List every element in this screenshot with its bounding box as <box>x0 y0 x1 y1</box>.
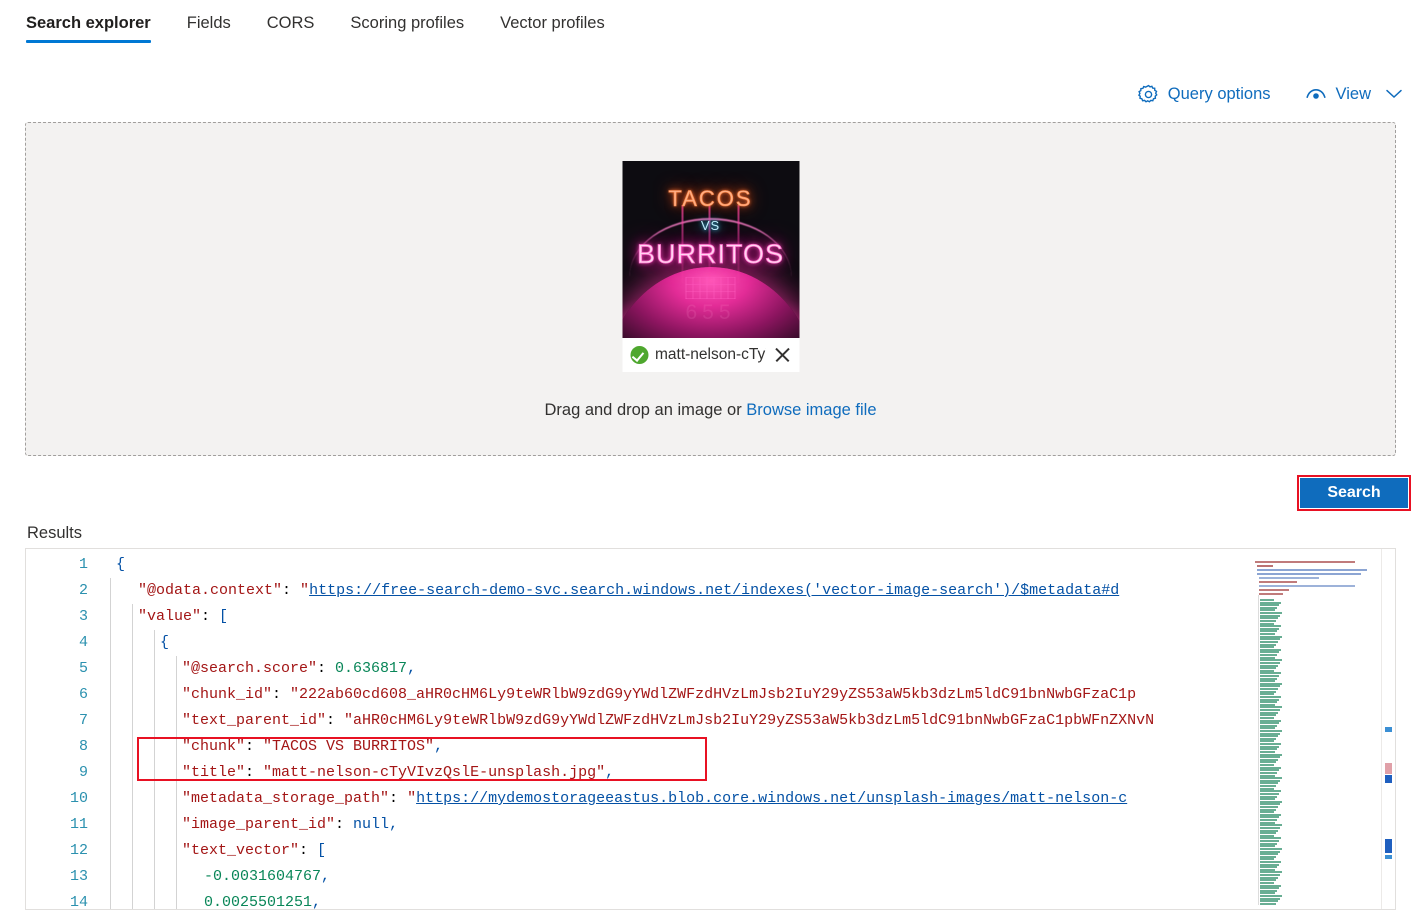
code-line: 0.0025501251, <box>204 894 322 910</box>
line-number: 2 <box>78 582 88 599</box>
line-number: 4 <box>78 634 88 651</box>
results-label: Results <box>27 524 83 542</box>
neon-text-vs: VS <box>700 218 721 233</box>
scrollbar-decoration <box>1385 855 1392 859</box>
search-button[interactable]: Search <box>1300 478 1408 508</box>
neon-text-burritos: BURRITOS <box>636 239 785 270</box>
minimap-row <box>1259 593 1283 595</box>
code-line: "chunk": "TACOS VS BURRITOS", <box>182 738 444 755</box>
line-number: 10 <box>69 790 88 807</box>
results-json-editor[interactable]: 1 {2 "@odata.context": "https://free-searc… <box>25 548 1396 910</box>
browse-image-file-link[interactable]: Browse image file <box>746 401 876 419</box>
file-name: matt-nelson-cTyVIvzQslE-unsplash.jpg <box>655 346 765 363</box>
scrollbar-decoration <box>1385 727 1392 732</box>
code-line: "title": "matt-nelson-cTyVIvzQslE-unspla… <box>182 764 615 781</box>
indent-guide <box>176 656 177 909</box>
tab-bar: Search explorer Fields CORS Scoring prof… <box>0 0 1420 56</box>
code-line: "chunk_id": "222ab60cd608_aHR0cHM6Ly9teW… <box>182 686 1137 703</box>
tab-label: CORS <box>266 14 315 32</box>
line-number: 13 <box>69 868 88 885</box>
code-line: "image_parent_id": null, <box>182 816 399 833</box>
view-button[interactable]: View <box>1305 85 1402 104</box>
line-number: 11 <box>69 816 88 833</box>
tab-scoring-profiles[interactable]: Scoring profiles <box>332 0 482 49</box>
neon-text-tacos: TACOS <box>668 186 753 212</box>
line-number: 6 <box>78 686 88 703</box>
tab-label: Search explorer <box>26 14 151 32</box>
tab-vector-profiles[interactable]: Vector profiles <box>482 0 623 49</box>
view-label: View <box>1335 85 1371 103</box>
line-number: 14 <box>69 894 88 910</box>
minimap-row <box>1257 569 1367 571</box>
query-options-label: Query options <box>1167 85 1271 103</box>
minimap-row <box>1257 565 1273 567</box>
drop-hint-text: Drag and drop an image or <box>544 401 747 419</box>
tab-list: Search explorer Fields CORS Scoring prof… <box>0 0 1420 49</box>
minimap-row <box>1255 561 1355 563</box>
drop-hint: Drag and drop an image or Browse image f… <box>26 401 1395 420</box>
image-thumbnail: 655 TACOS VS BURRITOS <box>622 161 799 338</box>
scrollbar-decoration <box>1385 763 1392 774</box>
gear-icon <box>1137 84 1159 105</box>
code-line: "@search.score": 0.636817, <box>182 660 417 677</box>
command-bar: Query options View <box>1137 84 1402 105</box>
code-line: "text_vector": [ <box>182 842 327 859</box>
tab-label: Vector profiles <box>500 14 605 32</box>
code-line: "value": [ <box>138 608 229 625</box>
query-options-button[interactable]: Query options <box>1137 84 1271 105</box>
line-number: 1 <box>78 556 88 573</box>
line-number: 12 <box>69 842 88 859</box>
minimap-row <box>1257 573 1361 575</box>
scrollbar-decoration <box>1385 775 1392 783</box>
scrollbar-decoration <box>1385 839 1392 853</box>
indent-guide <box>132 604 133 909</box>
line-number: 8 <box>78 738 88 755</box>
code-line: -0.0031604767, <box>204 868 331 885</box>
minimap-row <box>1259 577 1319 579</box>
chevron-down-icon <box>1386 85 1402 104</box>
minimap-row <box>1260 902 1276 905</box>
tab-search-explorer[interactable]: Search explorer <box>22 0 169 49</box>
indent-guide <box>154 630 155 909</box>
minimap-indent-guide <box>1258 595 1259 905</box>
editor-minimap[interactable] <box>1249 549 1367 909</box>
line-number: 3 <box>78 608 88 625</box>
search-button-annotation: Search <box>1297 475 1411 511</box>
uploaded-image-preview: 655 TACOS VS BURRITOS matt-nelson-cTyVIv… <box>622 161 799 372</box>
file-chip: matt-nelson-cTyVIvzQslE-unsplash.jpg <box>622 338 799 372</box>
line-number: 5 <box>78 660 88 677</box>
tab-fields[interactable]: Fields <box>169 0 249 49</box>
eye-icon <box>1305 86 1327 104</box>
line-number: 9 <box>78 764 88 781</box>
close-icon[interactable] <box>774 347 790 363</box>
editor-scrollbar[interactable] <box>1381 549 1395 909</box>
code-line: { <box>116 556 126 573</box>
image-drop-zone[interactable]: 655 TACOS VS BURRITOS matt-nelson-cTyVIv… <box>25 122 1396 456</box>
code-content: 1 {2 "@odata.context": "https://free-searc… <box>26 549 1395 909</box>
check-circle-icon <box>630 346 648 364</box>
tab-label: Scoring profiles <box>350 14 465 32</box>
background-number: 655 <box>685 301 736 324</box>
code-line: "text_parent_id": "aHR0cHM6Ly9teWRlbW9zd… <box>182 712 1155 729</box>
code-line: "@odata.context": "https://free-search-d… <box>138 582 1120 599</box>
tab-label: Fields <box>186 14 231 32</box>
minimap-row <box>1259 589 1289 591</box>
minimap-row <box>1259 585 1355 587</box>
minimap-row <box>1259 581 1297 583</box>
neon-grate <box>685 277 736 299</box>
indent-guide <box>110 578 111 909</box>
code-line: { <box>160 634 170 651</box>
tab-cors[interactable]: CORS <box>249 0 333 49</box>
code-line: "metadata_storage_path": "https://mydemo… <box>182 790 1128 807</box>
line-number: 7 <box>78 712 88 729</box>
tab-active-underline <box>26 40 151 43</box>
